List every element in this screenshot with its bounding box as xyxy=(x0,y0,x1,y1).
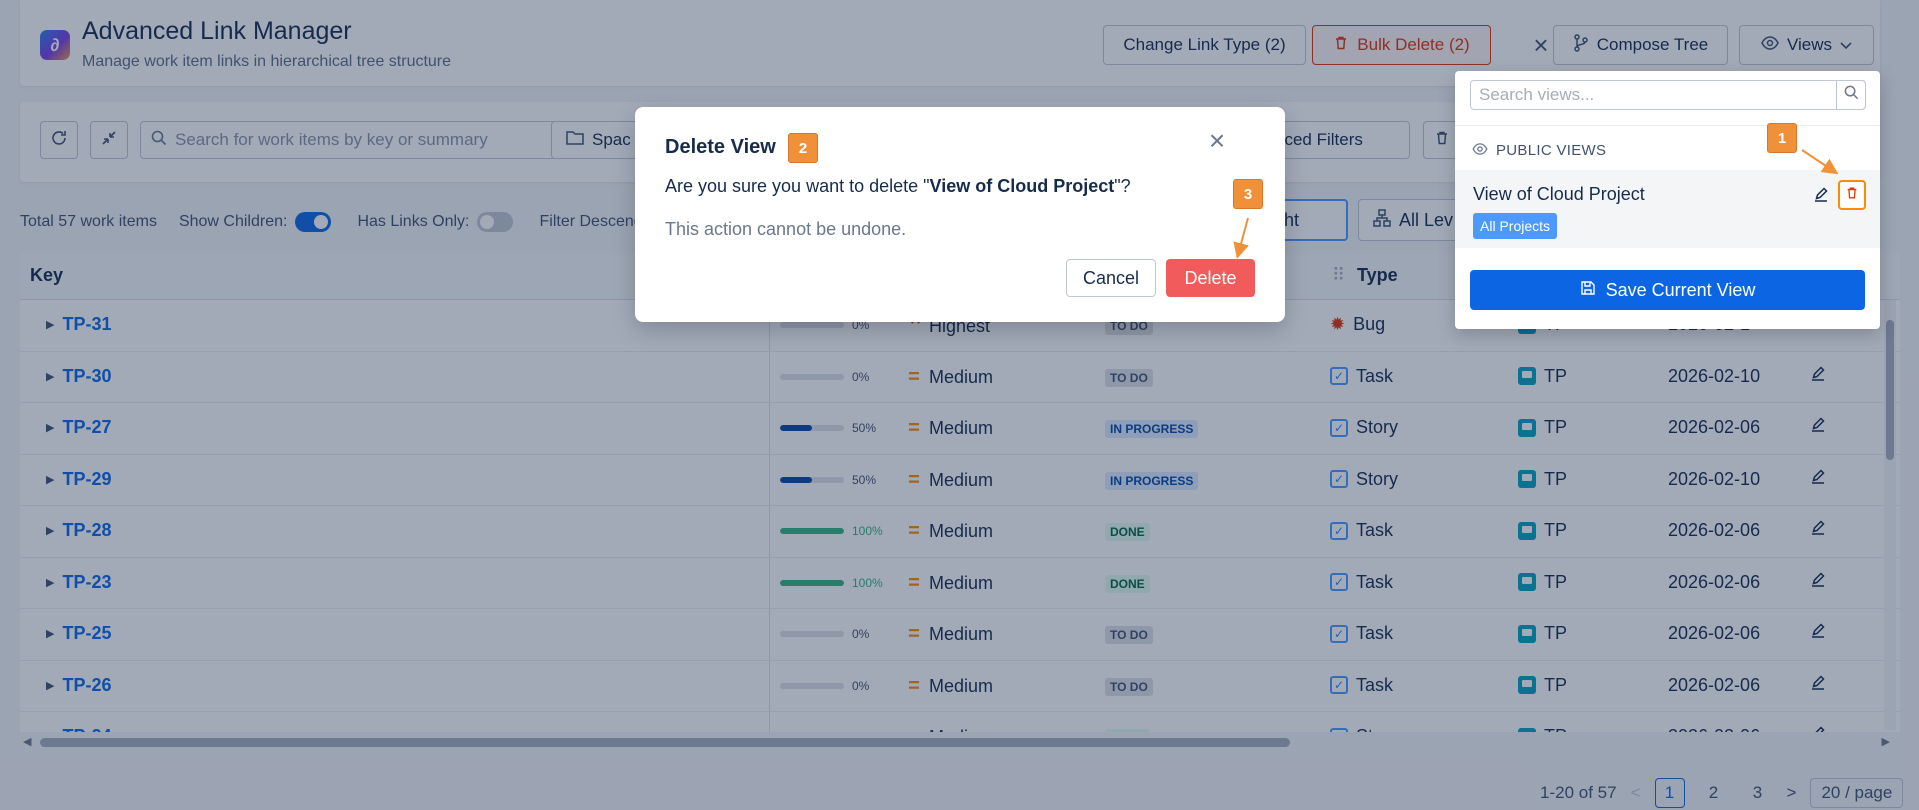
save-current-view-button[interactable]: Save Current View xyxy=(1470,270,1865,310)
view-item-scope-badge: All Projects xyxy=(1473,213,1558,239)
step-callout-1: 1 xyxy=(1767,123,1797,153)
view-item-name: View of Cloud Project xyxy=(1473,184,1645,204)
modal-message-suffix: "? xyxy=(1114,176,1131,196)
cancel-button[interactable]: Cancel xyxy=(1066,259,1156,297)
delete-view-button[interactable] xyxy=(1838,180,1866,210)
modal-title: Delete View xyxy=(665,136,776,158)
search-icon xyxy=(1844,85,1859,105)
public-views-label: PUBLIC VIEWS xyxy=(1496,142,1607,159)
modal-message: Are you sure you want to delete "View of… xyxy=(665,176,1131,197)
edit-view-button[interactable] xyxy=(1809,185,1833,209)
save-current-view-label: Save Current View xyxy=(1605,279,1756,300)
pencil-icon xyxy=(1813,186,1829,208)
save-icon xyxy=(1580,280,1596,301)
eye-icon xyxy=(1472,142,1488,159)
modal-view-name: View of Cloud Project xyxy=(929,176,1115,196)
views-search-button[interactable] xyxy=(1836,80,1866,110)
step-callout-3: 3 xyxy=(1233,179,1263,209)
step-callout-2: 2 xyxy=(788,133,818,163)
delete-view-modal: Delete View × Are you sure you want to d… xyxy=(635,107,1285,322)
views-search-placeholder: Search views... xyxy=(1479,85,1595,104)
view-item[interactable]: View of Cloud Project All Projects xyxy=(1455,170,1880,248)
views-divider xyxy=(1455,125,1880,126)
trash-icon xyxy=(1845,185,1859,206)
delete-button[interactable]: Delete xyxy=(1166,259,1255,297)
public-views-heading: PUBLIC VIEWS xyxy=(1472,142,1606,159)
modal-note: This action cannot be undone. xyxy=(665,219,907,239)
modal-close-icon[interactable]: × xyxy=(1203,127,1231,155)
views-search-input[interactable]: Search views... xyxy=(1470,80,1866,110)
modal-message-prefix: Are you sure you want to delete " xyxy=(665,176,930,196)
views-dropdown: Search views... PUBLIC VIEWS View of Clo… xyxy=(1455,71,1880,329)
